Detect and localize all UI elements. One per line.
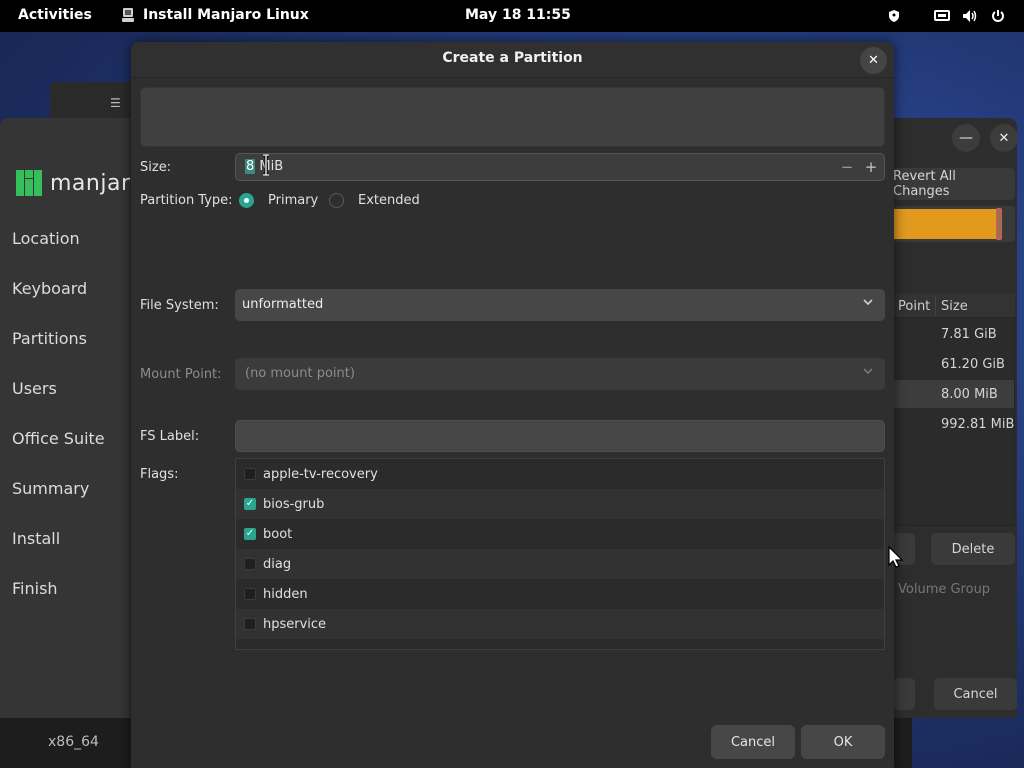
list-icon: ☰	[110, 96, 121, 110]
top-bar: Activities Install Manjaro Linux May 18 …	[0, 0, 1024, 32]
revert-label: Revert All Changes	[893, 169, 956, 199]
installer-cancel-button[interactable]: Cancel	[934, 678, 1017, 710]
flag-label-apple-tv-recovery[interactable]: apple-tv-recovery	[263, 467, 378, 482]
table-cell-size: 992.81 MiB	[941, 417, 1015, 432]
sidebar-item-partitions: Partitions	[12, 329, 88, 348]
sidebar-item-keyboard: Keyboard	[12, 279, 88, 298]
background-window-tab: ☰	[50, 82, 140, 122]
flag-checkbox-bios-grub[interactable]: ✓	[244, 498, 256, 510]
volume-icon[interactable]	[962, 8, 978, 24]
revert-all-changes-button[interactable]: Revert All Changes	[893, 168, 1015, 200]
flag-checkbox-apple-tv-recovery[interactable]	[244, 468, 256, 480]
chevron-down-icon	[862, 296, 874, 311]
column-header-mount-point[interactable]: Point	[898, 299, 930, 314]
dialog-close-button[interactable]: ✕	[860, 47, 887, 74]
flag-label-bios-grub[interactable]: bios-grub	[263, 497, 324, 512]
minimize-button[interactable]: —	[952, 124, 980, 152]
flag-row-boot[interactable]	[236, 519, 884, 549]
window-close-button[interactable]: ✕	[990, 124, 1018, 152]
fs-label-label: FS Label:	[140, 429, 200, 444]
volume-group-label: Volume Group	[898, 581, 991, 597]
flag-row-hidden[interactable]	[236, 579, 884, 609]
flag-label-boot[interactable]: boot	[263, 527, 292, 542]
sidebar-item-install: Install	[12, 529, 61, 548]
mouse-pointer-icon	[886, 545, 906, 569]
primary-radio[interactable]	[239, 193, 254, 208]
manjaro-logo: manjaro	[16, 170, 144, 196]
flag-checkbox-boot[interactable]: ✓	[244, 528, 256, 540]
increment-icon[interactable]: +	[864, 158, 878, 176]
disk-usage-fill	[893, 209, 997, 239]
chevron-down-icon	[862, 365, 874, 380]
file-system-dropdown[interactable]	[235, 289, 885, 321]
power-icon[interactable]	[990, 8, 1006, 24]
architecture-label: x86_64	[48, 734, 99, 750]
size-selected-text: 8	[245, 159, 256, 174]
network-icon[interactable]	[934, 8, 950, 24]
ok-button-label: OK	[833, 734, 853, 750]
extended-radio[interactable]	[329, 193, 344, 208]
table-cell-size: 8.00 MiB	[941, 387, 998, 402]
create-partition-dialog	[131, 42, 894, 768]
cancel-button-label: Cancel	[730, 734, 776, 750]
app-title: Install Manjaro Linux	[143, 7, 309, 23]
installer-sidebar	[0, 118, 130, 718]
sidebar-item-finish: Finish	[12, 579, 58, 598]
column-header-size[interactable]: Size	[941, 299, 968, 314]
partition-type-label: Partition Type:	[140, 193, 233, 208]
manjaro-wordmark: manjaro	[50, 170, 144, 196]
delete-label: Delete	[951, 541, 995, 557]
flag-checkbox-diag[interactable]	[244, 558, 256, 570]
installer-app-icon	[122, 8, 134, 22]
delete-button[interactable]: Delete	[931, 533, 1015, 565]
sidebar-item-location: Location	[12, 229, 80, 248]
primary-radio-label[interactable]: Primary	[268, 193, 318, 208]
mount-point-value: (no mount point)	[245, 366, 355, 381]
cancel-button[interactable]: Cancel	[711, 725, 795, 759]
installer-cancel-label: Cancel	[953, 686, 998, 702]
app-menu[interactable]: Install Manjaro Linux	[120, 7, 309, 23]
decrement-icon[interactable]: −	[840, 158, 854, 176]
flag-checkbox-hpservice[interactable]	[244, 618, 256, 630]
size-label: Size:	[140, 160, 172, 175]
flag-label-diag[interactable]: diag	[263, 557, 291, 572]
table-cell-size: 61.20 GiB	[941, 357, 1005, 372]
ok-button[interactable]: OK	[801, 725, 885, 759]
fs-label-input[interactable]	[235, 420, 885, 452]
flag-label-hpservice[interactable]: hpservice	[263, 617, 326, 632]
flag-row-bios-grub[interactable]	[236, 489, 884, 519]
flag-label-hidden[interactable]: hidden	[263, 587, 308, 602]
shield-icon[interactable]	[886, 8, 902, 24]
manjaro-logo-icon	[16, 170, 42, 196]
disk-usage-selected-segment	[996, 208, 1002, 240]
mount-point-label: Mount Point:	[140, 367, 222, 382]
sidebar-item-summary: Summary	[12, 479, 90, 498]
sidebar-item-office-suite: Office Suite	[12, 429, 105, 448]
column-divider	[935, 296, 936, 316]
partial-back-button[interactable]	[893, 678, 915, 710]
file-system-value: unformatted	[242, 297, 324, 312]
flag-checkbox-hidden[interactable]	[244, 588, 256, 600]
partition-preview	[140, 87, 885, 147]
activities-button[interactable]: Activities	[18, 7, 92, 23]
extended-radio-label[interactable]: Extended	[358, 193, 420, 208]
volume-group-button[interactable]: Volume Group	[893, 575, 1015, 603]
file-system-label: File System:	[140, 298, 219, 313]
clock[interactable]: May 18 11:55	[465, 7, 571, 23]
dialog-title: Create a Partition	[442, 50, 583, 66]
sidebar-item-users: Users	[12, 379, 57, 398]
flags-label: Flags:	[140, 467, 179, 482]
size-spinbox[interactable]	[235, 153, 885, 181]
text-cursor-icon	[261, 153, 271, 177]
flag-row-diag[interactable]	[236, 549, 884, 579]
flag-row-hpservice[interactable]	[236, 609, 884, 639]
table-cell-size: 7.81 GiB	[941, 327, 997, 342]
